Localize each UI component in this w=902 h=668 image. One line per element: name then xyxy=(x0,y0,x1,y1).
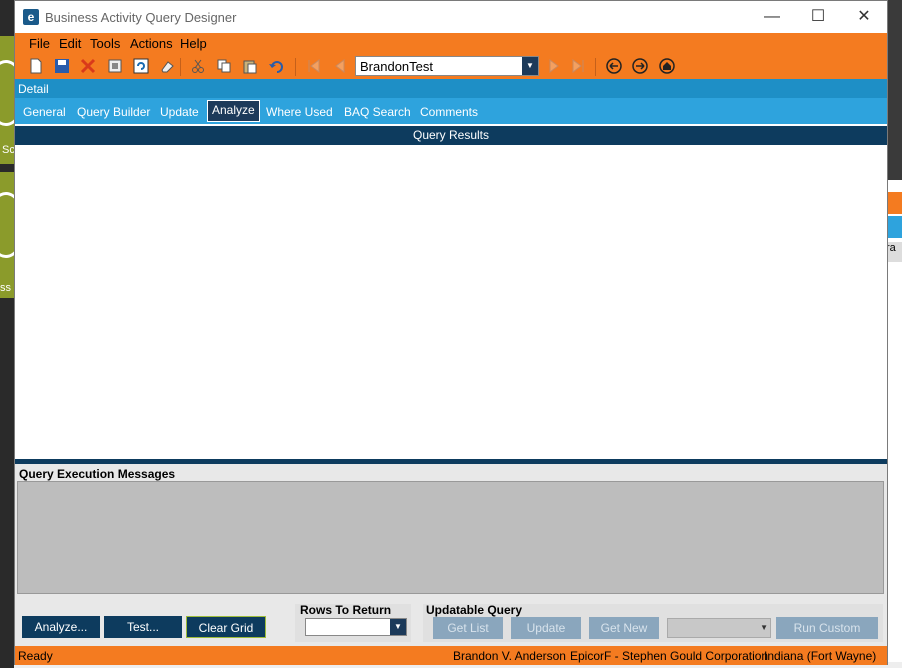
custom-action-select[interactable]: ▼ xyxy=(667,618,771,638)
get-list-button[interactable]: Get List xyxy=(433,617,503,639)
rows-to-return-select[interactable]: ▼ xyxy=(305,618,407,636)
background-panel-label: ra xyxy=(886,242,902,262)
query-messages-box[interactable] xyxy=(17,481,884,594)
previous-record-icon[interactable] xyxy=(331,57,349,75)
status-user: Brandon V. Anderson xyxy=(453,649,566,663)
save-icon[interactable] xyxy=(53,57,71,75)
tab-general[interactable]: General xyxy=(23,105,66,119)
toolbar: BrandonTest ▼ xyxy=(15,55,887,79)
copy-icon[interactable] xyxy=(215,57,233,75)
background-tile: ss xyxy=(0,172,26,298)
query-results-header: Query Results xyxy=(15,126,887,145)
tab-baq-search[interactable]: BAQ Search xyxy=(344,105,411,119)
chevron-down-icon[interactable]: ▼ xyxy=(390,619,406,635)
status-text: Ready xyxy=(18,649,53,663)
status-company: EpicorF - Stephen Gould Corporation xyxy=(570,649,769,663)
eraser-icon[interactable] xyxy=(158,57,176,75)
get-new-button[interactable]: Get New xyxy=(589,617,659,639)
tab-analyze[interactable]: Analyze xyxy=(207,100,260,122)
tab-strip: General Query Builder Update Analyze Whe… xyxy=(15,98,887,124)
query-messages-label: Query Execution Messages xyxy=(19,467,176,481)
chevron-down-icon[interactable]: ▼ xyxy=(760,619,768,637)
update-button[interactable]: Update xyxy=(511,617,581,639)
window-title: Business Activity Query Designer xyxy=(45,10,237,25)
close-button[interactable]: ✕ xyxy=(841,1,887,33)
title-bar[interactable]: e Business Activity Query Designer — ☐ ✕ xyxy=(15,1,887,33)
menu-help[interactable]: Help xyxy=(180,36,207,51)
tab-update[interactable]: Update xyxy=(160,105,199,119)
menu-file[interactable]: File xyxy=(29,36,50,51)
record-selector[interactable]: BrandonTest ▼ xyxy=(355,56,539,76)
refresh-icon[interactable] xyxy=(132,57,150,75)
run-custom-button[interactable]: Run Custom xyxy=(776,617,878,639)
new-icon[interactable] xyxy=(27,57,45,75)
query-results-grid[interactable] xyxy=(15,145,887,459)
menu-actions[interactable]: Actions xyxy=(130,36,173,51)
last-record-icon[interactable] xyxy=(569,57,587,75)
rows-to-return-label: Rows To Return xyxy=(300,603,392,617)
maximize-button[interactable]: ☐ xyxy=(795,1,841,33)
background-app-panel: ra xyxy=(886,180,902,668)
status-site: Indiana (Fort Wayne) xyxy=(764,649,877,663)
updatable-query-label: Updatable Query xyxy=(426,603,523,617)
clear-grid-button[interactable]: Clear Grid xyxy=(186,616,266,638)
home-icon[interactable] xyxy=(658,57,676,75)
chevron-down-icon[interactable]: ▼ xyxy=(522,57,538,75)
status-bar: Ready Brandon V. Anderson EpicorF - Step… xyxy=(15,646,887,665)
analyze-button[interactable]: Analyze... xyxy=(22,616,100,638)
delete-icon[interactable] xyxy=(79,57,97,75)
attachment-icon[interactable] xyxy=(106,57,124,75)
epicor-logo-icon: e xyxy=(23,9,39,25)
background-tile-label: Sc xyxy=(2,144,15,156)
detail-label: Detail xyxy=(18,82,49,96)
analyze-actions-panel: Analyze... Test... Clear Grid Rows To Re… xyxy=(15,603,887,646)
tab-where-used[interactable]: Where Used xyxy=(266,105,333,119)
detail-header: Detail xyxy=(15,79,887,98)
background-tile-label: ss xyxy=(0,282,11,294)
menu-edit[interactable]: Edit xyxy=(59,36,81,51)
back-icon[interactable] xyxy=(605,57,623,75)
test-button[interactable]: Test... xyxy=(104,616,182,638)
tab-query-builder[interactable]: Query Builder xyxy=(77,105,150,119)
forward-icon[interactable] xyxy=(631,57,649,75)
next-record-icon[interactable] xyxy=(545,57,563,75)
paste-icon[interactable] xyxy=(241,57,259,75)
first-record-icon[interactable] xyxy=(305,57,323,75)
menu-bar: File Edit Tools Actions Help xyxy=(15,33,887,55)
query-messages-panel: Query Execution Messages xyxy=(15,464,887,604)
menu-tools[interactable]: Tools xyxy=(90,36,120,51)
cut-icon[interactable] xyxy=(189,57,207,75)
undo-icon[interactable] xyxy=(267,57,285,75)
tab-comments[interactable]: Comments xyxy=(420,105,478,119)
minimize-button[interactable]: — xyxy=(749,1,795,33)
baq-designer-window: e Business Activity Query Designer — ☐ ✕… xyxy=(14,0,888,665)
background-tile: Sc xyxy=(0,36,26,164)
record-selector-value: BrandonTest xyxy=(360,59,433,74)
